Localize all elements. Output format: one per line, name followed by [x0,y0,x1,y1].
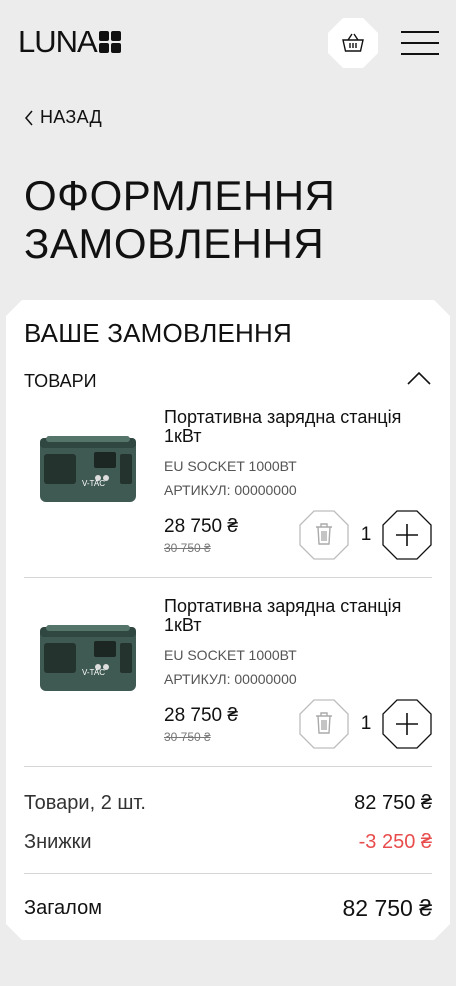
logo-mark-icon [98,31,121,53]
product-image[interactable]: V-TAC [34,428,140,506]
product-logo-text: V-TAC [82,668,105,677]
header: LUNA [0,0,456,86]
grand-total-value: 82 750 ₴ [342,895,432,921]
divider [24,577,432,578]
items-total-value: 82 750 ₴ [354,792,432,814]
product-price: 28 750 ₴ [164,705,238,726]
quantity-value: 1 [360,524,372,545]
logo-text: LUNA [18,24,98,59]
quantity-value: 1 [360,713,372,734]
order-card: ВАШЕ ЗАМОВЛЕННЯ ТОВАРИ V-TAC Портативна … [6,300,450,940]
cart-button[interactable] [328,18,378,68]
grand-total-row: Загалом 82 750 ₴ [24,895,432,922]
discount-row: Знижки -3 250 ₴ [24,831,432,854]
product-old-price: 30 750 ₴ [164,730,211,744]
product-sku: АРТИКУЛ: 00000000 [164,482,297,498]
delete-button[interactable] [299,699,349,749]
trash-icon [316,524,332,544]
menu-button[interactable] [401,31,439,55]
delete-button[interactable] [299,510,349,560]
items-total-row: Товари, 2 шт. 82 750 ₴ [24,792,432,815]
product-old-price: 30 750 ₴ [164,541,211,555]
product-variant: EU SOCKET 1000ВТ [164,458,297,474]
products-section-label: ТОВАРИ [24,371,97,391]
plus-icon [396,524,418,546]
discount-value: -3 250 ₴ [358,831,432,853]
divider [24,873,432,874]
chevron-up-icon[interactable] [406,370,432,386]
product-sku: АРТИКУЛ: 00000000 [164,671,297,687]
increase-quantity-button[interactable] [382,510,432,560]
chevron-left-icon [25,110,33,125]
product-name[interactable]: Портативна зарядна станція 1кВт [164,408,424,446]
product-name[interactable]: Портативна зарядна станція 1кВт [164,597,424,635]
hamburger-menu-icon [401,31,439,33]
product-variant: EU SOCKET 1000ВТ [164,647,297,663]
back-label: НАЗАД [40,107,102,127]
discount-label: Знижки [24,831,92,853]
divider [24,766,432,767]
grand-total-label: Загалом [24,897,102,919]
page-title: ОФОРМЛЕННЯ ЗАМОВЛЕННЯ [24,172,336,267]
shopping-basket-icon [342,33,364,52]
cart-item: V-TAC Портативна зарядна станція 1кВт EU… [24,400,432,588]
items-total-label: Товари, 2 шт. [24,792,146,814]
increase-quantity-button[interactable] [382,699,432,749]
product-price: 28 750 ₴ [164,516,238,537]
logo[interactable]: LUNA [18,26,121,58]
plus-icon [396,713,418,735]
back-link[interactable]: НАЗАД [24,107,102,128]
cart-item: V-TAC Портативна зарядна станція 1кВт EU… [24,589,432,777]
product-logo-text: V-TAC [82,479,105,488]
order-title: ВАШЕ ЗАМОВЛЕННЯ [24,318,292,348]
trash-icon [316,713,332,733]
product-image[interactable]: V-TAC [34,617,140,695]
